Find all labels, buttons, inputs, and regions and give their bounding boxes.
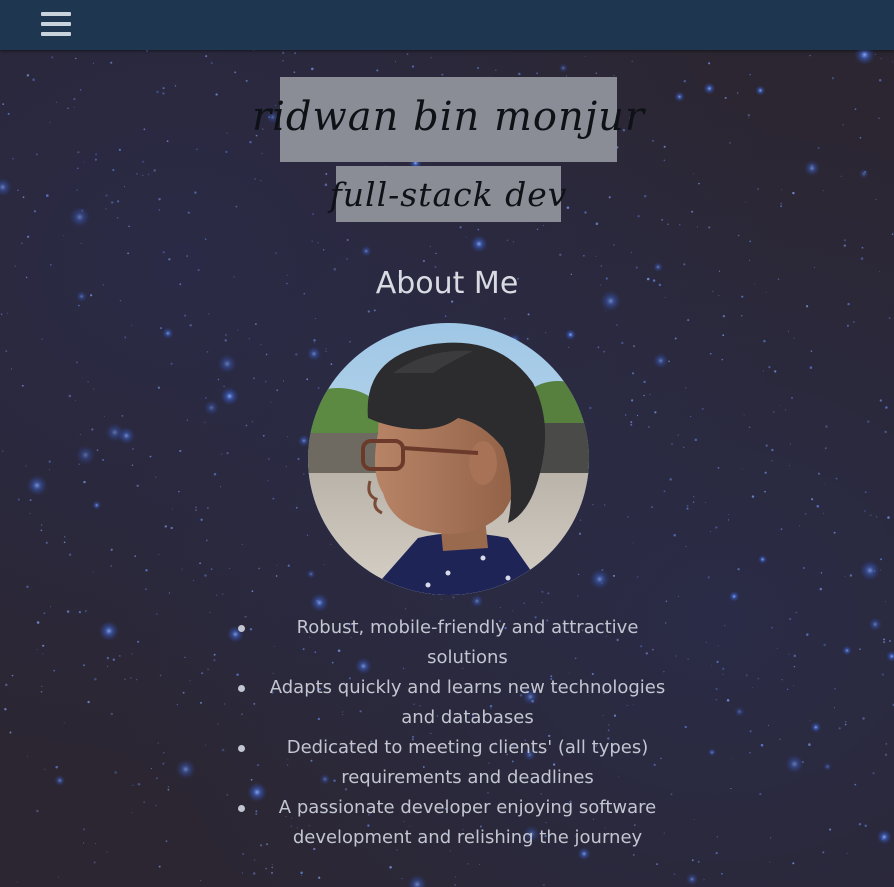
page: ridwan bin monjur full-stack dev About M…	[0, 0, 894, 887]
bullet-icon	[238, 685, 245, 692]
bullet-icon	[238, 805, 245, 812]
feature-text: Adapts quickly and learns new technologi…	[269, 677, 666, 728]
feature-text: Robust, mobile-friendly and attractive s…	[296, 617, 639, 668]
feature-text: Dedicated to meeting clients' (all types…	[286, 737, 649, 788]
list-item: Dedicated to meeting clients' (all types…	[225, 733, 670, 793]
bullet-icon	[238, 745, 245, 752]
hamburger-menu-icon[interactable]	[41, 11, 71, 37]
bullet-icon	[238, 625, 245, 632]
feature-list: Robust, mobile-friendly and attractive s…	[225, 613, 670, 853]
profile-photo-illustration	[308, 323, 589, 595]
name-label-box: ridwan bin monjur	[252, 77, 644, 162]
developer-role: full-stack dev	[329, 174, 568, 214]
list-item: Adapts quickly and learns new technologi…	[225, 673, 670, 733]
role-label-box: full-stack dev	[330, 166, 566, 222]
profile-photo	[308, 323, 589, 595]
feature-text: A passionate developer enjoying software…	[278, 797, 657, 848]
developer-name: ridwan bin monjur	[252, 93, 646, 140]
top-navigation-bar	[0, 0, 894, 50]
list-item: A passionate developer enjoying software…	[225, 793, 670, 853]
about-me-heading: About Me	[375, 266, 519, 301]
list-item: Robust, mobile-friendly and attractive s…	[225, 613, 670, 673]
